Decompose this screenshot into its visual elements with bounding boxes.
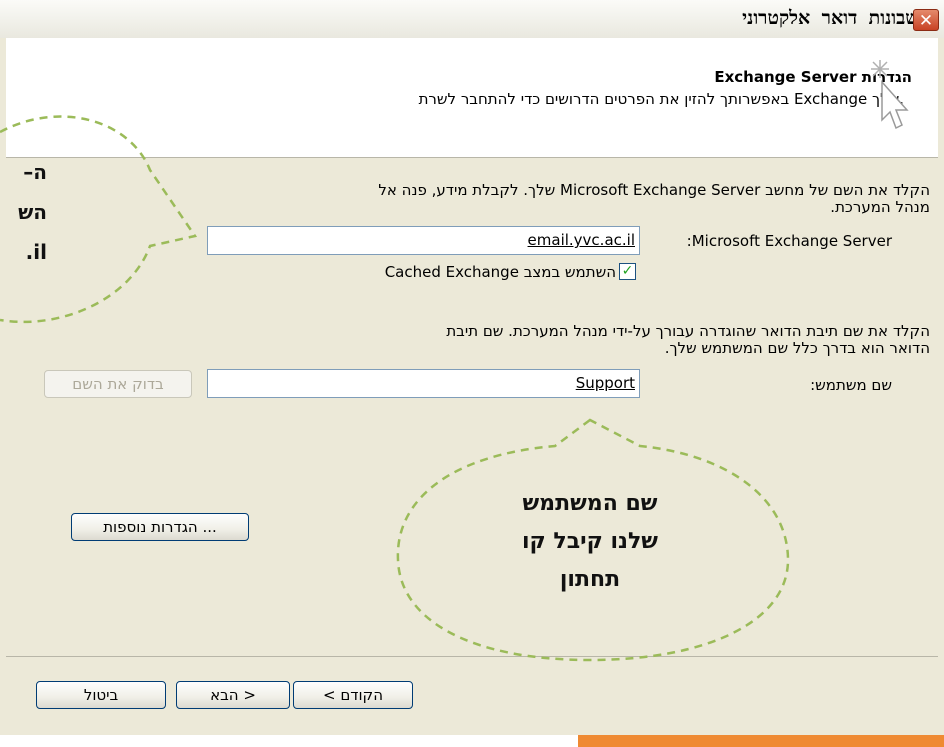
check-name-button[interactable]: בדוק את השם: [44, 370, 192, 398]
next-button[interactable]: הבא >: [176, 681, 290, 709]
cached-mode-checkbox[interactable]: ✓: [619, 263, 636, 280]
title-bar[interactable]: חשבונות דואר אלקטרוני ✕: [0, 0, 944, 39]
check-icon: ✓: [621, 263, 634, 279]
exchange-server-input[interactable]: email.yvc.ac.il: [207, 226, 640, 255]
username-label: שם משתמש:: [810, 376, 892, 394]
wizard-header: הגדרות Exchange Server .שלך Exchange באפ…: [6, 38, 938, 158]
cancel-button[interactable]: ביטול: [36, 681, 166, 709]
accent-bar: [578, 735, 944, 747]
cached-mode-label: השתמש במצב Cached Exchange: [384, 263, 616, 281]
footer-divider: [6, 656, 938, 657]
window-title: חשבונות דואר אלקטרוני: [742, 7, 930, 29]
window-border-bottom: [0, 726, 944, 735]
server-instruction: הקלד את השם של מחשב Microsoft Exchange S…: [378, 181, 930, 216]
dialog-window: חשבונות דואר אלקטרוני ✕ הגדרות Exchange …: [0, 0, 944, 735]
right-callout-text: שם המשתמש שלנו קיבל קו תחתון: [522, 491, 658, 592]
back-button[interactable]: < הקודם: [293, 681, 413, 709]
server-label: Microsoft Exchange Server:: [686, 232, 892, 250]
close-button[interactable]: ✕: [913, 9, 939, 31]
left-callout-text: ה– הש il.: [18, 160, 47, 264]
header-subtitle: .שלך Exchange באפשרותך להזין את הפרטים ה…: [418, 90, 904, 108]
more-settings-button[interactable]: הגדרות נוספות ...: [71, 513, 249, 541]
cursor-sparkle-icon: [871, 60, 909, 130]
user-instruction: הקלד את שם תיבת הדואר שהוגדרה עבורך על-י…: [446, 322, 930, 357]
close-icon: ✕: [918, 11, 934, 31]
username-input[interactable]: Support: [207, 369, 640, 398]
window-border-right: [938, 38, 944, 735]
